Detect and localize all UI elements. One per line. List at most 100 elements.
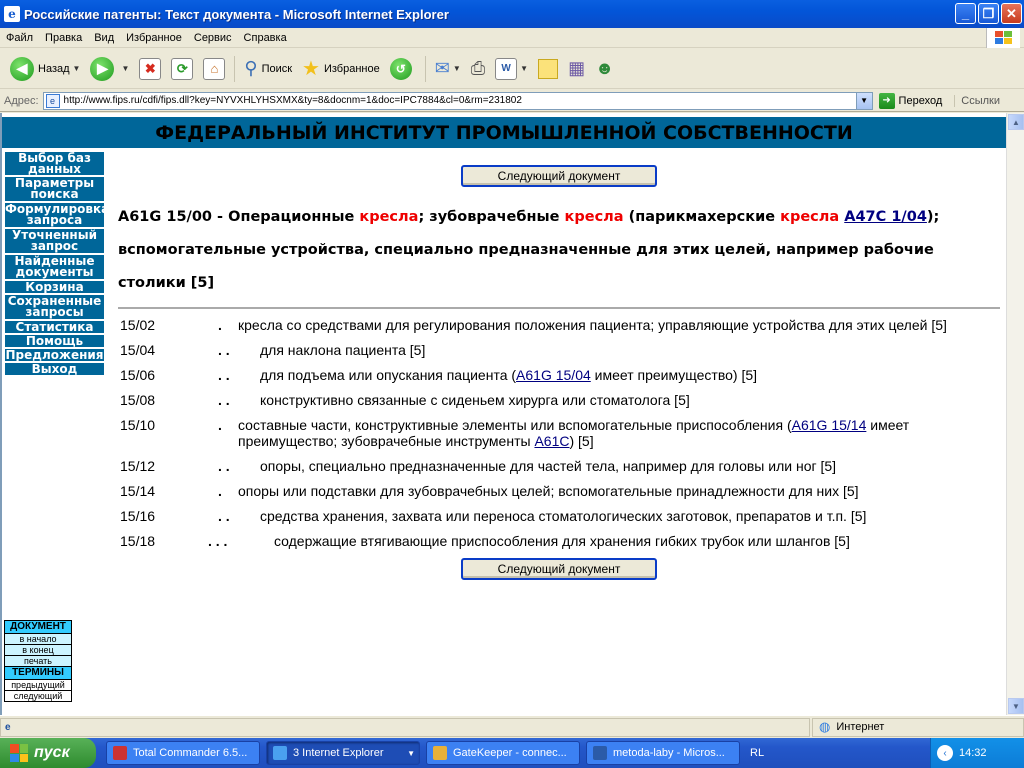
task-gatekeeper[interactable]: GateKeeper - connec... bbox=[426, 741, 580, 765]
nav-suggestions[interactable]: Предложения bbox=[4, 348, 105, 362]
system-tray: ‹ 14:32 bbox=[930, 738, 1024, 768]
menu-tools[interactable]: Сервис bbox=[188, 32, 238, 44]
entry-code: 15/02 bbox=[120, 317, 156, 333]
address-dropdown-icon[interactable]: ▼ bbox=[855, 92, 872, 109]
minimize-button[interactable]: _ bbox=[955, 3, 976, 24]
task-internet-explorer[interactable]: 3 Internet Explorer ▼ bbox=[266, 741, 420, 765]
entry-row: 15/10 . составные части, конструктивные … bbox=[118, 417, 1000, 449]
windows-flag-icon bbox=[10, 744, 28, 762]
status-text: e bbox=[0, 717, 810, 737]
menu-help[interactable]: Справка bbox=[238, 32, 293, 44]
heading-line-2: вспомогательные устройства, специально п… bbox=[118, 242, 934, 291]
entry-code: 15/18 bbox=[120, 533, 156, 549]
entry-dots: . . bbox=[218, 367, 230, 383]
nav-basket[interactable]: Корзина bbox=[4, 280, 105, 294]
entry-text: конструктивно связанные с сиденьем хирур… bbox=[260, 392, 690, 408]
entry-row: 15/02 . кресла со средствами для регулир… bbox=[118, 317, 1000, 333]
menu-file[interactable]: Файл bbox=[0, 32, 39, 44]
research-icon: ▦ bbox=[568, 58, 586, 78]
start-label: пуск bbox=[34, 744, 70, 761]
toolbar: ◀ Назад ▼ ▶ ▼ ✖ ⟳ ⌂ ⚲ Поиск ★ Избранное … bbox=[0, 49, 1024, 89]
task-total-commander[interactable]: Total Commander 6.5... bbox=[106, 741, 260, 765]
ipc-link-a61g-15-04[interactable]: A61G 15/04 bbox=[516, 367, 591, 383]
tray-expand-icon[interactable]: ‹ bbox=[937, 745, 953, 761]
stop-button[interactable]: ✖ bbox=[135, 53, 165, 85]
go-label: Переход bbox=[898, 94, 943, 107]
edit-button[interactable]: W ▼ bbox=[491, 53, 532, 85]
keyword-highlight: кресла bbox=[359, 209, 419, 225]
links-button[interactable]: Ссылки bbox=[954, 94, 1000, 107]
nav-found-documents[interactable]: Найденные документы bbox=[4, 254, 105, 280]
search-label: Поиск bbox=[261, 62, 293, 75]
address-input[interactable]: e http://www.fips.ru/cdfi/fips.dll?key=N… bbox=[42, 91, 873, 110]
dropdown-arrow-icon[interactable]: ▼ bbox=[121, 64, 129, 73]
language-indicator[interactable]: RL bbox=[750, 747, 764, 759]
document-panel: ДОКУМЕНТ в начало в конец печать ТЕРМИНЫ… bbox=[4, 620, 72, 702]
nav-statistics[interactable]: Статистика bbox=[4, 320, 105, 334]
start-button[interactable]: пуск bbox=[0, 738, 96, 768]
next-document-button-top[interactable]: Следующий документ bbox=[461, 165, 657, 187]
window-title: Российские патенты: Текст документа - Mi… bbox=[24, 6, 449, 22]
dropdown-arrow-icon[interactable]: ▼ bbox=[520, 64, 528, 73]
menu-favorites[interactable]: Избранное bbox=[120, 32, 188, 44]
note-icon bbox=[538, 58, 559, 79]
title-bar[interactable]: e Российские патенты: Текст документа - … bbox=[0, 0, 1024, 28]
next-document-button-bottom[interactable]: Следующий документ bbox=[461, 558, 657, 580]
print-button[interactable]: ⎙ bbox=[467, 53, 489, 85]
nav-query-formulation[interactable]: Формулировка запроса bbox=[4, 202, 109, 228]
research-button[interactable]: ▦ bbox=[564, 53, 589, 85]
entry-dots: . bbox=[218, 483, 222, 499]
close-button[interactable]: ✕ bbox=[1001, 3, 1022, 24]
clock: 14:32 bbox=[959, 747, 987, 759]
home-button[interactable]: ⌂ bbox=[199, 53, 229, 85]
word-icon: W bbox=[495, 57, 518, 80]
favorites-star-icon: ★ bbox=[302, 58, 320, 80]
document-heading: A61G 15/00 - Операционные кресла; зубовр… bbox=[118, 201, 1000, 300]
maximize-button[interactable]: ❐ bbox=[978, 3, 999, 24]
back-button[interactable]: ◀ Назад ▼ bbox=[6, 53, 84, 85]
doc-to-start-link[interactable]: в начало bbox=[5, 634, 71, 645]
history-button[interactable]: ↺ bbox=[386, 53, 420, 85]
ipc-link-a61c[interactable]: A61C bbox=[534, 433, 569, 449]
go-button[interactable]: ➜ Переход bbox=[878, 92, 943, 109]
dropdown-arrow-icon[interactable]: ▼ bbox=[453, 64, 461, 73]
doc-print-link[interactable]: печать bbox=[5, 656, 71, 667]
nav-refined-query[interactable]: Уточненный запрос bbox=[4, 228, 105, 254]
scroll-up-icon[interactable]: ▲ bbox=[1008, 114, 1024, 130]
site-nav: Выбор баз данных Параметры поиска Формул… bbox=[4, 151, 109, 376]
globe-icon: ◍ bbox=[819, 719, 831, 734]
mail-button[interactable]: ✉ ▼ bbox=[431, 53, 465, 85]
task-word[interactable]: metoda-laby - Micros... bbox=[586, 741, 740, 765]
address-url: http://www.fips.ru/cdfi/fips.dll?key=NYV… bbox=[63, 95, 522, 106]
discuss-button[interactable] bbox=[534, 53, 562, 85]
scroll-down-icon[interactable]: ▼ bbox=[1008, 698, 1024, 714]
messenger-button[interactable]: ☻ bbox=[591, 53, 618, 85]
search-icon: ⚲ bbox=[244, 58, 258, 78]
nav-help[interactable]: Помощь bbox=[4, 334, 105, 348]
total-commander-icon bbox=[113, 746, 127, 760]
vertical-scrollbar[interactable]: ▲ ▼ bbox=[1006, 113, 1024, 715]
heading-code: A61G 15/00 - Операционные bbox=[118, 209, 360, 225]
nav-select-db[interactable]: Выбор баз данных bbox=[4, 151, 105, 176]
forward-button[interactable]: ▶ ▼ bbox=[86, 53, 133, 85]
nav-saved-queries[interactable]: Сохраненные запросы bbox=[4, 294, 105, 320]
entry-dots: . . bbox=[218, 508, 230, 524]
refresh-button[interactable]: ⟳ bbox=[167, 53, 197, 85]
task-label: GateKeeper - connec... bbox=[453, 747, 567, 759]
nav-exit[interactable]: Выход bbox=[4, 362, 105, 376]
term-next-link[interactable]: следующий bbox=[5, 691, 71, 701]
document-title: ДОКУМЕНТ bbox=[5, 621, 71, 634]
doc-to-end-link[interactable]: в конец bbox=[5, 645, 71, 656]
menu-view[interactable]: Вид bbox=[88, 32, 120, 44]
ipc-link-a47c[interactable]: A47C 1/04 bbox=[844, 209, 927, 225]
entry-text-part: ) [5] bbox=[569, 433, 594, 449]
printer-icon: ⎙ bbox=[470, 58, 486, 78]
dropdown-arrow-icon[interactable]: ▼ bbox=[73, 64, 81, 73]
nav-search-params[interactable]: Параметры поиска bbox=[4, 176, 105, 202]
favorites-button[interactable]: ★ Избранное bbox=[298, 53, 384, 85]
menu-edit[interactable]: Правка bbox=[39, 32, 88, 44]
entry-code: 15/10 bbox=[120, 417, 156, 433]
ipc-link-a61g-15-14[interactable]: A61G 15/14 bbox=[792, 417, 867, 433]
term-prev-link[interactable]: предыдущий bbox=[5, 680, 71, 691]
search-button[interactable]: ⚲ Поиск bbox=[240, 53, 296, 85]
